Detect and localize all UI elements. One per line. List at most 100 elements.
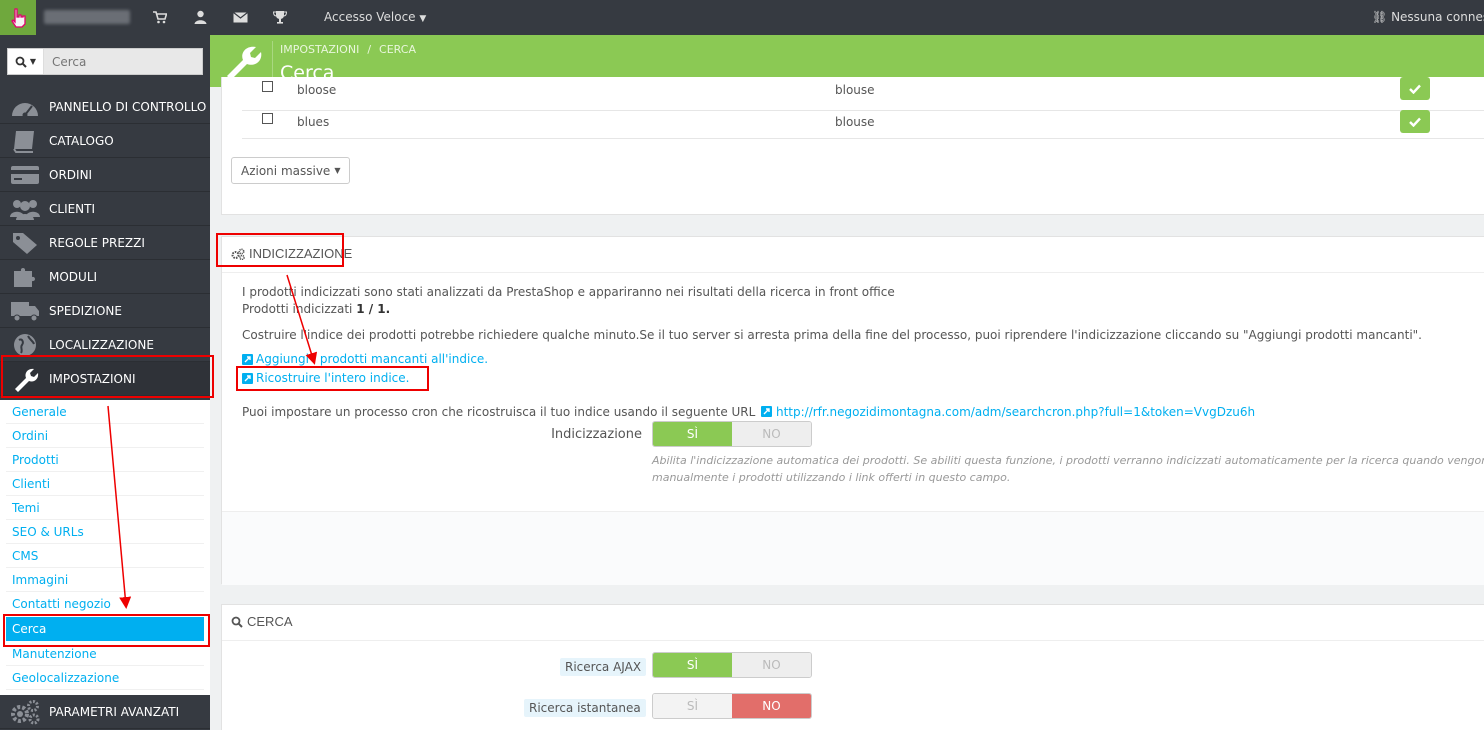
- menu-item-advanced-parameters[interactable]: PARAMETRI AVANZATI: [0, 695, 210, 729]
- divider: [222, 272, 1484, 273]
- dashboard-icon: [12, 102, 38, 117]
- alias-cell: bloose: [297, 83, 337, 97]
- ajax-search-switch[interactable]: SÌ NO: [652, 652, 812, 678]
- switch-yes[interactable]: SÌ: [653, 422, 732, 446]
- menu-item-orders[interactable]: ORDINI: [0, 158, 210, 192]
- switch-no[interactable]: NO: [732, 694, 811, 718]
- submenu-item-themes[interactable]: Temi: [6, 496, 204, 520]
- indexing-switch-label: Indicizzazione: [551, 427, 642, 442]
- submenu-item-products[interactable]: Prodotti: [6, 448, 204, 472]
- envelope-icon[interactable]: [232, 9, 248, 25]
- switch-yes[interactable]: SÌ: [653, 653, 732, 677]
- row-checkbox[interactable]: [262, 113, 273, 124]
- search-cell: blouse: [835, 115, 875, 129]
- menu-label: MODULI: [49, 269, 98, 284]
- aliases-panel: bloose blouse blues blouse Azioni massiv…: [221, 77, 1484, 215]
- indexing-panel: INDICIZZAZIONE I prodotti indicizzati so…: [221, 236, 1484, 585]
- indexing-warning: Costruire l'indice dei prodotti potrebbe…: [242, 328, 1422, 342]
- tag-icon: [13, 232, 37, 254]
- unlink-icon: ⛓: [1372, 10, 1388, 24]
- add-missing-products-link[interactable]: Aggiungi i prodotti mancanti all'indice.: [242, 352, 488, 366]
- users-icon: [10, 199, 40, 220]
- search-type-button[interactable]: ▼: [8, 49, 44, 74]
- table-row: blues blouse: [242, 105, 1484, 139]
- indexing-help-text: Abilita l'indicizzazione automatica dei …: [652, 452, 1484, 486]
- indexed-products-line: Prodotti indicizzati 1 / 1.: [242, 302, 390, 316]
- check-icon: [1409, 84, 1421, 94]
- breadcrumb-item-settings[interactable]: IMPOSTAZIONI: [280, 43, 359, 56]
- sidebar-search: ▼: [7, 48, 203, 75]
- indexing-switch[interactable]: SÌ NO: [652, 421, 812, 447]
- enabled-toggle[interactable]: [1400, 110, 1430, 133]
- user-icon[interactable]: [192, 9, 208, 25]
- prestashop-logo[interactable]: [0, 0, 36, 35]
- row-checkbox[interactable]: [262, 81, 273, 92]
- menu-label: PANNELLO DI CONTROLLO: [49, 99, 207, 114]
- search-icon: [15, 56, 27, 68]
- menu-label: ORDINI: [49, 167, 93, 182]
- switch-no[interactable]: NO: [732, 422, 811, 446]
- search-icon: [231, 616, 243, 628]
- wrench-icon: [227, 46, 262, 80]
- menu-label: CLIENTI: [49, 201, 96, 216]
- menu-item-shipping[interactable]: SPEDIZIONE: [0, 294, 210, 328]
- indexed-products-count: 1 / 1.: [356, 302, 391, 316]
- annotation-box-rebuild-link: [236, 366, 429, 391]
- hand-pointer-icon: [11, 7, 26, 28]
- connection-status[interactable]: ⛓ Nessuna connessione: [1372, 10, 1484, 24]
- help-line: manualmente i prodotti utilizzando i lin…: [652, 471, 1011, 484]
- search-cell: blouse: [835, 83, 875, 97]
- menu-item-modules[interactable]: MODULI: [0, 260, 210, 294]
- indexed-products-label: Prodotti indicizzati: [242, 302, 353, 316]
- submenu-item-general[interactable]: Generale: [6, 400, 204, 424]
- annotation-box-search-submenu: [3, 614, 210, 647]
- cron-url-link[interactable]: http://rfr.negozidimontagna.com/adm/sear…: [776, 405, 1255, 419]
- panel-footer: [222, 511, 1484, 585]
- external-link-icon: [761, 406, 773, 417]
- settings-submenu: Generale Ordini Prodotti Clienti Temi SE…: [0, 400, 210, 695]
- alias-cell: blues: [297, 115, 330, 129]
- menu-label: LOCALIZZAZIONE: [49, 337, 154, 352]
- menu-item-price-rules[interactable]: REGOLE PREZZI: [0, 226, 210, 260]
- main-content: bloose blouse blues blouse Azioni massiv…: [210, 77, 1484, 730]
- puzzle-icon: [14, 267, 35, 287]
- search-panel: CERCA Ricerca AJAX SÌ NO Ricerca istanta…: [221, 604, 1484, 730]
- add-missing-products-label: Aggiungi i prodotti mancanti all'indice.: [256, 352, 489, 366]
- panel-title: CERCA: [247, 614, 293, 629]
- search-input[interactable]: [44, 49, 202, 74]
- trophy-icon[interactable]: [272, 9, 288, 25]
- switch-yes[interactable]: SÌ: [653, 694, 732, 718]
- menu-item-customers[interactable]: CLIENTI: [0, 192, 210, 226]
- cart-icon[interactable]: [152, 9, 168, 25]
- ajax-search-label: Ricerca AJAX: [560, 658, 647, 676]
- cron-description: Puoi impostare un processo cron che rico…: [242, 405, 756, 419]
- breadcrumb-item-search[interactable]: CERCA: [379, 43, 416, 56]
- quick-access-label: Accesso Veloce: [324, 10, 416, 24]
- submenu-item-geolocation[interactable]: Geolocalizzazione: [6, 666, 204, 690]
- menu-item-catalog[interactable]: CATALOGO: [0, 124, 210, 158]
- submenu-item-seo-urls[interactable]: SEO & URLs: [6, 520, 204, 544]
- connection-label: Nessuna connessione: [1391, 10, 1484, 24]
- menu-label: PARAMETRI AVANZATI: [49, 704, 180, 719]
- submenu-item-cms[interactable]: CMS: [6, 544, 204, 568]
- menu-label: CATALOGO: [49, 133, 114, 148]
- annotation-box-indexing-title: [216, 233, 344, 267]
- submenu-item-orders[interactable]: Ordini: [6, 424, 204, 448]
- menu-item-dashboard[interactable]: PANNELLO DI CONTROLLO: [0, 90, 210, 124]
- annotation-box-settings-menu: [1, 355, 214, 398]
- caret-down-icon: ▼: [29, 57, 37, 66]
- menu-label: REGOLE PREZZI: [49, 235, 145, 250]
- instant-search-switch[interactable]: SÌ NO: [652, 693, 812, 719]
- menu-label: SPEDIZIONE: [49, 303, 122, 318]
- panel-heading: CERCA: [231, 614, 293, 629]
- submenu-item-customers[interactable]: Clienti: [6, 472, 204, 496]
- breadcrumb: IMPOSTAZIONI / CERCA: [280, 43, 424, 56]
- submenu-item-images[interactable]: Immagini: [6, 568, 204, 592]
- submenu-item-store-contacts[interactable]: Contatti negozio: [6, 592, 204, 616]
- shop-name-blurred[interactable]: [44, 10, 130, 24]
- quick-access-menu[interactable]: Accesso Veloce ▼: [324, 10, 426, 24]
- bulk-actions-button[interactable]: Azioni massive ▼: [231, 157, 351, 184]
- divider: [222, 640, 1484, 641]
- switch-no[interactable]: NO: [732, 653, 811, 677]
- enabled-toggle[interactable]: [1400, 77, 1430, 100]
